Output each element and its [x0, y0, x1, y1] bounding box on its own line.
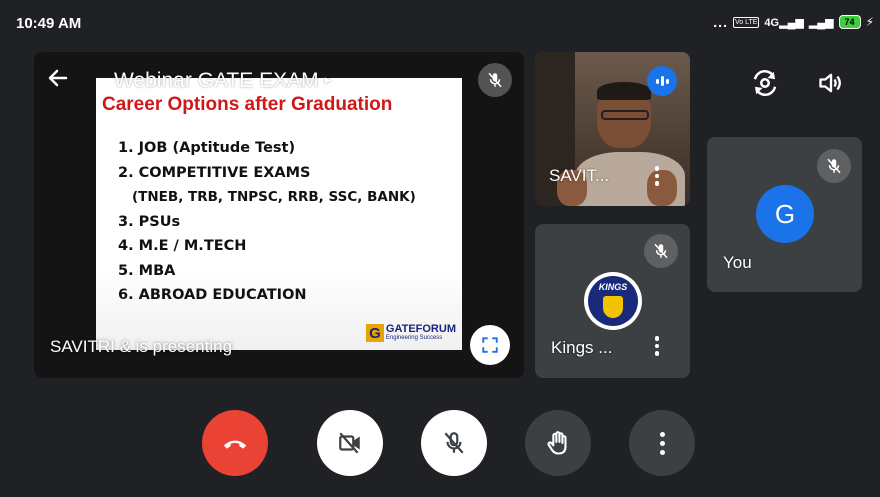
- raise-hand-icon: [547, 431, 567, 455]
- end-call-button[interactable]: [202, 410, 268, 476]
- slide-item: (TNEB, TRB, TNPSC, RRB, SSC, BANK): [132, 189, 416, 205]
- call-controls: [0, 410, 880, 480]
- volte-icon: Vo LTE: [732, 16, 760, 28]
- presentation-slide: Career Options after Graduation 1. JOB (…: [96, 78, 462, 350]
- gateforum-logo-letter: G: [365, 324, 384, 342]
- presenter-mic-off-icon: [478, 63, 512, 97]
- video-person-glasses: [601, 110, 649, 120]
- slide-item: 5. MBA: [118, 262, 176, 279]
- switch-camera-icon[interactable]: [748, 66, 782, 100]
- participant-name: You: [723, 253, 752, 272]
- participant-name: Kings ...: [551, 338, 613, 357]
- slide-item: 1. JOB (Aptitude Test): [118, 140, 296, 156]
- gateforum-logo: G GATEFORUM Engineering Success: [365, 323, 456, 342]
- status-icons: ... Vo LTE 4G▂▄▆ ▂▄▆ 74 ⚡: [713, 14, 874, 30]
- mic-toggle-button[interactable]: [421, 410, 487, 476]
- slide-item: 2. COMPETITIVE EXAMS: [118, 164, 311, 181]
- notification-dots: ...: [713, 14, 728, 30]
- meeting-title-text: Webinar GATE EXAM: [114, 69, 319, 92]
- raise-hand-button[interactable]: [525, 410, 591, 476]
- gateforum-logo-name: GATEFORUM: [385, 323, 456, 335]
- more-options-button[interactable]: [629, 410, 695, 476]
- back-button[interactable]: [46, 66, 70, 94]
- speaking-indicator-icon: [647, 66, 677, 96]
- signal-4g-icon: 4G▂▄▆: [764, 16, 804, 29]
- status-time: 10:49 AM: [16, 15, 82, 32]
- meeting-title[interactable]: Webinar GATE EXAM ▸: [114, 69, 331, 93]
- slide-list: 1. JOB (Aptitude Test) 2. COMPETITIVE EX…: [118, 136, 416, 308]
- battery-icon: 74: [838, 15, 861, 29]
- kings-logo-text: KINGS: [598, 282, 628, 292]
- slide-title: Career Options after Graduation: [102, 94, 393, 115]
- arrow-left-icon: [48, 69, 68, 87]
- slide-item: 6. ABROAD EDUCATION: [118, 287, 307, 303]
- video-person-hair: [597, 82, 651, 100]
- participant-more-button[interactable]: [649, 162, 665, 190]
- speaker-icon[interactable]: [814, 66, 848, 100]
- charging-icon: ⚡: [865, 15, 874, 29]
- signal-icon: ▂▄▆: [808, 16, 834, 29]
- mic-off-icon: [644, 234, 678, 268]
- meeting-title-arrow-icon: ▸: [324, 72, 332, 87]
- mic-off-icon: [444, 432, 464, 454]
- presentation-tile[interactable]: Career Options after Graduation 1. JOB (…: [34, 52, 524, 378]
- slide-item: 3. PSUs: [118, 213, 181, 230]
- camera-off-icon: [339, 432, 360, 454]
- kings-shield-icon: [603, 296, 623, 318]
- avatar: G: [756, 185, 814, 243]
- status-bar: 10:49 AM ... Vo LTE 4G▂▄▆ ▂▄▆ 74 ⚡: [0, 0, 880, 52]
- fullscreen-button[interactable]: [470, 325, 510, 365]
- presenting-label: SAVITRI & is presenting: [50, 337, 233, 356]
- participant-tile-savitri[interactable]: SAVIT...: [535, 52, 690, 206]
- participant-tile-kings[interactable]: KINGS Kings ...: [535, 224, 690, 378]
- participant-name: SAVIT...: [549, 166, 610, 185]
- network-type: 4G: [764, 16, 780, 29]
- participant-more-button[interactable]: [649, 332, 665, 360]
- gateforum-logo-tagline: Engineering Success: [385, 335, 443, 341]
- mic-off-icon: [817, 149, 851, 183]
- camera-toggle-button[interactable]: [317, 410, 383, 476]
- more-vert-icon: [659, 431, 665, 455]
- fullscreen-icon: [482, 337, 498, 353]
- slide-item: 4. M.E / M.TECH: [118, 238, 247, 254]
- end-call-icon: [223, 440, 247, 449]
- participant-tile-you[interactable]: G You: [707, 137, 862, 292]
- kings-logo-avatar: KINGS: [584, 272, 642, 330]
